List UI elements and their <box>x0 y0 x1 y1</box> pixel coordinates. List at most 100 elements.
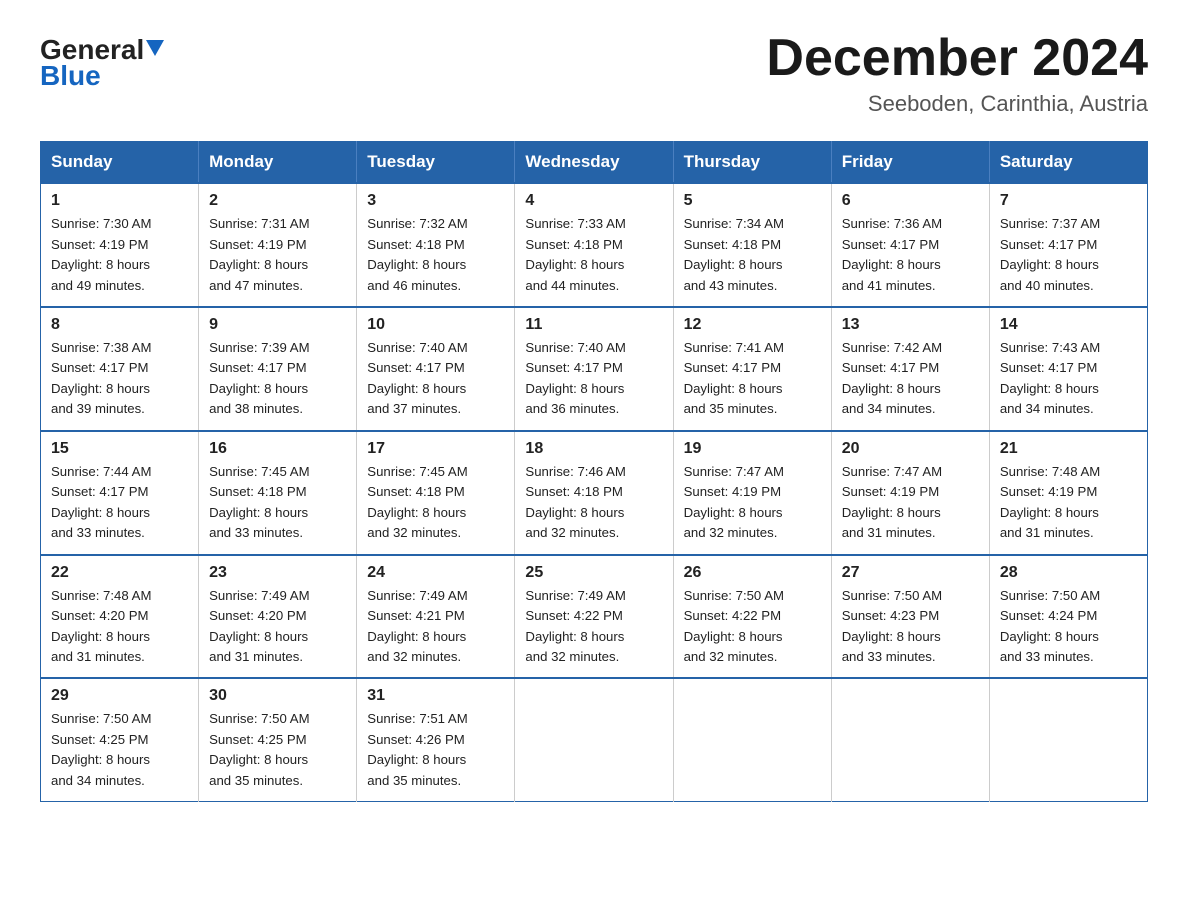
calendar-day-cell: 18 Sunrise: 7:46 AMSunset: 4:18 PMDaylig… <box>515 431 673 555</box>
calendar-day-cell: 19 Sunrise: 7:47 AMSunset: 4:19 PMDaylig… <box>673 431 831 555</box>
logo-triangle-icon <box>146 40 164 58</box>
calendar-day-cell: 10 Sunrise: 7:40 AMSunset: 4:17 PMDaylig… <box>357 307 515 431</box>
day-info: Sunrise: 7:31 AMSunset: 4:19 PMDaylight:… <box>209 214 346 296</box>
day-info: Sunrise: 7:48 AMSunset: 4:19 PMDaylight:… <box>1000 462 1137 544</box>
day-info: Sunrise: 7:44 AMSunset: 4:17 PMDaylight:… <box>51 462 188 544</box>
weekday-header-tuesday: Tuesday <box>357 142 515 184</box>
day-number: 28 <box>1000 564 1137 582</box>
calendar-day-cell: 8 Sunrise: 7:38 AMSunset: 4:17 PMDayligh… <box>41 307 199 431</box>
calendar-empty-cell <box>989 678 1147 801</box>
day-number: 3 <box>367 192 504 210</box>
calendar-day-cell: 7 Sunrise: 7:37 AMSunset: 4:17 PMDayligh… <box>989 183 1147 307</box>
day-number: 27 <box>842 564 979 582</box>
location-subtitle: Seeboden, Carinthia, Austria <box>766 91 1148 117</box>
day-info: Sunrise: 7:40 AMSunset: 4:17 PMDaylight:… <box>525 338 662 420</box>
page-header: General Blue December 2024 Seeboden, Car… <box>40 30 1148 117</box>
weekday-header-monday: Monday <box>199 142 357 184</box>
weekday-header-sunday: Sunday <box>41 142 199 184</box>
day-info: Sunrise: 7:50 AMSunset: 4:25 PMDaylight:… <box>209 709 346 791</box>
calendar-day-cell: 27 Sunrise: 7:50 AMSunset: 4:23 PMDaylig… <box>831 555 989 679</box>
calendar-empty-cell <box>831 678 989 801</box>
day-number: 19 <box>684 440 821 458</box>
calendar-day-cell: 21 Sunrise: 7:48 AMSunset: 4:19 PMDaylig… <box>989 431 1147 555</box>
day-info: Sunrise: 7:40 AMSunset: 4:17 PMDaylight:… <box>367 338 504 420</box>
day-info: Sunrise: 7:33 AMSunset: 4:18 PMDaylight:… <box>525 214 662 296</box>
calendar-day-cell: 1 Sunrise: 7:30 AMSunset: 4:19 PMDayligh… <box>41 183 199 307</box>
calendar-day-cell: 30 Sunrise: 7:50 AMSunset: 4:25 PMDaylig… <box>199 678 357 801</box>
calendar-day-cell: 13 Sunrise: 7:42 AMSunset: 4:17 PMDaylig… <box>831 307 989 431</box>
calendar-week-row: 8 Sunrise: 7:38 AMSunset: 4:17 PMDayligh… <box>41 307 1148 431</box>
day-info: Sunrise: 7:30 AMSunset: 4:19 PMDaylight:… <box>51 214 188 296</box>
day-number: 20 <box>842 440 979 458</box>
calendar-day-cell: 31 Sunrise: 7:51 AMSunset: 4:26 PMDaylig… <box>357 678 515 801</box>
calendar-day-cell: 23 Sunrise: 7:49 AMSunset: 4:20 PMDaylig… <box>199 555 357 679</box>
day-info: Sunrise: 7:42 AMSunset: 4:17 PMDaylight:… <box>842 338 979 420</box>
weekday-header-thursday: Thursday <box>673 142 831 184</box>
calendar-day-cell: 20 Sunrise: 7:47 AMSunset: 4:19 PMDaylig… <box>831 431 989 555</box>
day-info: Sunrise: 7:49 AMSunset: 4:22 PMDaylight:… <box>525 586 662 668</box>
calendar-day-cell: 3 Sunrise: 7:32 AMSunset: 4:18 PMDayligh… <box>357 183 515 307</box>
calendar-week-row: 22 Sunrise: 7:48 AMSunset: 4:20 PMDaylig… <box>41 555 1148 679</box>
weekday-header-saturday: Saturday <box>989 142 1147 184</box>
day-number: 2 <box>209 192 346 210</box>
day-number: 1 <box>51 192 188 210</box>
day-info: Sunrise: 7:49 AMSunset: 4:20 PMDaylight:… <box>209 586 346 668</box>
calendar-day-cell: 24 Sunrise: 7:49 AMSunset: 4:21 PMDaylig… <box>357 555 515 679</box>
day-number: 13 <box>842 316 979 334</box>
day-info: Sunrise: 7:47 AMSunset: 4:19 PMDaylight:… <box>684 462 821 544</box>
day-info: Sunrise: 7:45 AMSunset: 4:18 PMDaylight:… <box>367 462 504 544</box>
day-info: Sunrise: 7:37 AMSunset: 4:17 PMDaylight:… <box>1000 214 1137 296</box>
day-number: 18 <box>525 440 662 458</box>
day-number: 23 <box>209 564 346 582</box>
day-number: 15 <box>51 440 188 458</box>
day-info: Sunrise: 7:50 AMSunset: 4:22 PMDaylight:… <box>684 586 821 668</box>
day-number: 24 <box>367 564 504 582</box>
day-info: Sunrise: 7:38 AMSunset: 4:17 PMDaylight:… <box>51 338 188 420</box>
day-number: 11 <box>525 316 662 334</box>
calendar-header-row: SundayMondayTuesdayWednesdayThursdayFrid… <box>41 142 1148 184</box>
day-info: Sunrise: 7:39 AMSunset: 4:17 PMDaylight:… <box>209 338 346 420</box>
calendar-week-row: 29 Sunrise: 7:50 AMSunset: 4:25 PMDaylig… <box>41 678 1148 801</box>
calendar-day-cell: 2 Sunrise: 7:31 AMSunset: 4:19 PMDayligh… <box>199 183 357 307</box>
day-info: Sunrise: 7:50 AMSunset: 4:23 PMDaylight:… <box>842 586 979 668</box>
day-info: Sunrise: 7:36 AMSunset: 4:17 PMDaylight:… <box>842 214 979 296</box>
day-number: 14 <box>1000 316 1137 334</box>
calendar-day-cell: 25 Sunrise: 7:49 AMSunset: 4:22 PMDaylig… <box>515 555 673 679</box>
day-number: 9 <box>209 316 346 334</box>
calendar-day-cell: 6 Sunrise: 7:36 AMSunset: 4:17 PMDayligh… <box>831 183 989 307</box>
calendar-day-cell: 4 Sunrise: 7:33 AMSunset: 4:18 PMDayligh… <box>515 183 673 307</box>
calendar-day-cell: 28 Sunrise: 7:50 AMSunset: 4:24 PMDaylig… <box>989 555 1147 679</box>
calendar-day-cell: 16 Sunrise: 7:45 AMSunset: 4:18 PMDaylig… <box>199 431 357 555</box>
day-number: 6 <box>842 192 979 210</box>
logo: General Blue <box>40 36 164 92</box>
day-info: Sunrise: 7:48 AMSunset: 4:20 PMDaylight:… <box>51 586 188 668</box>
calendar-day-cell: 26 Sunrise: 7:50 AMSunset: 4:22 PMDaylig… <box>673 555 831 679</box>
day-info: Sunrise: 7:47 AMSunset: 4:19 PMDaylight:… <box>842 462 979 544</box>
day-number: 16 <box>209 440 346 458</box>
day-number: 25 <box>525 564 662 582</box>
calendar-week-row: 1 Sunrise: 7:30 AMSunset: 4:19 PMDayligh… <box>41 183 1148 307</box>
title-section: December 2024 Seeboden, Carinthia, Austr… <box>766 30 1148 117</box>
weekday-header-wednesday: Wednesday <box>515 142 673 184</box>
day-number: 31 <box>367 687 504 705</box>
day-info: Sunrise: 7:32 AMSunset: 4:18 PMDaylight:… <box>367 214 504 296</box>
day-info: Sunrise: 7:34 AMSunset: 4:18 PMDaylight:… <box>684 214 821 296</box>
day-number: 7 <box>1000 192 1137 210</box>
calendar-day-cell: 14 Sunrise: 7:43 AMSunset: 4:17 PMDaylig… <box>989 307 1147 431</box>
calendar-day-cell: 11 Sunrise: 7:40 AMSunset: 4:17 PMDaylig… <box>515 307 673 431</box>
logo-blue-text: Blue <box>40 60 101 92</box>
weekday-header-friday: Friday <box>831 142 989 184</box>
day-info: Sunrise: 7:41 AMSunset: 4:17 PMDaylight:… <box>684 338 821 420</box>
calendar-week-row: 15 Sunrise: 7:44 AMSunset: 4:17 PMDaylig… <box>41 431 1148 555</box>
calendar-day-cell: 9 Sunrise: 7:39 AMSunset: 4:17 PMDayligh… <box>199 307 357 431</box>
day-number: 4 <box>525 192 662 210</box>
day-number: 30 <box>209 687 346 705</box>
calendar-day-cell: 12 Sunrise: 7:41 AMSunset: 4:17 PMDaylig… <box>673 307 831 431</box>
day-number: 21 <box>1000 440 1137 458</box>
day-number: 26 <box>684 564 821 582</box>
day-info: Sunrise: 7:50 AMSunset: 4:25 PMDaylight:… <box>51 709 188 791</box>
day-info: Sunrise: 7:46 AMSunset: 4:18 PMDaylight:… <box>525 462 662 544</box>
calendar-empty-cell <box>673 678 831 801</box>
day-number: 5 <box>684 192 821 210</box>
day-number: 12 <box>684 316 821 334</box>
